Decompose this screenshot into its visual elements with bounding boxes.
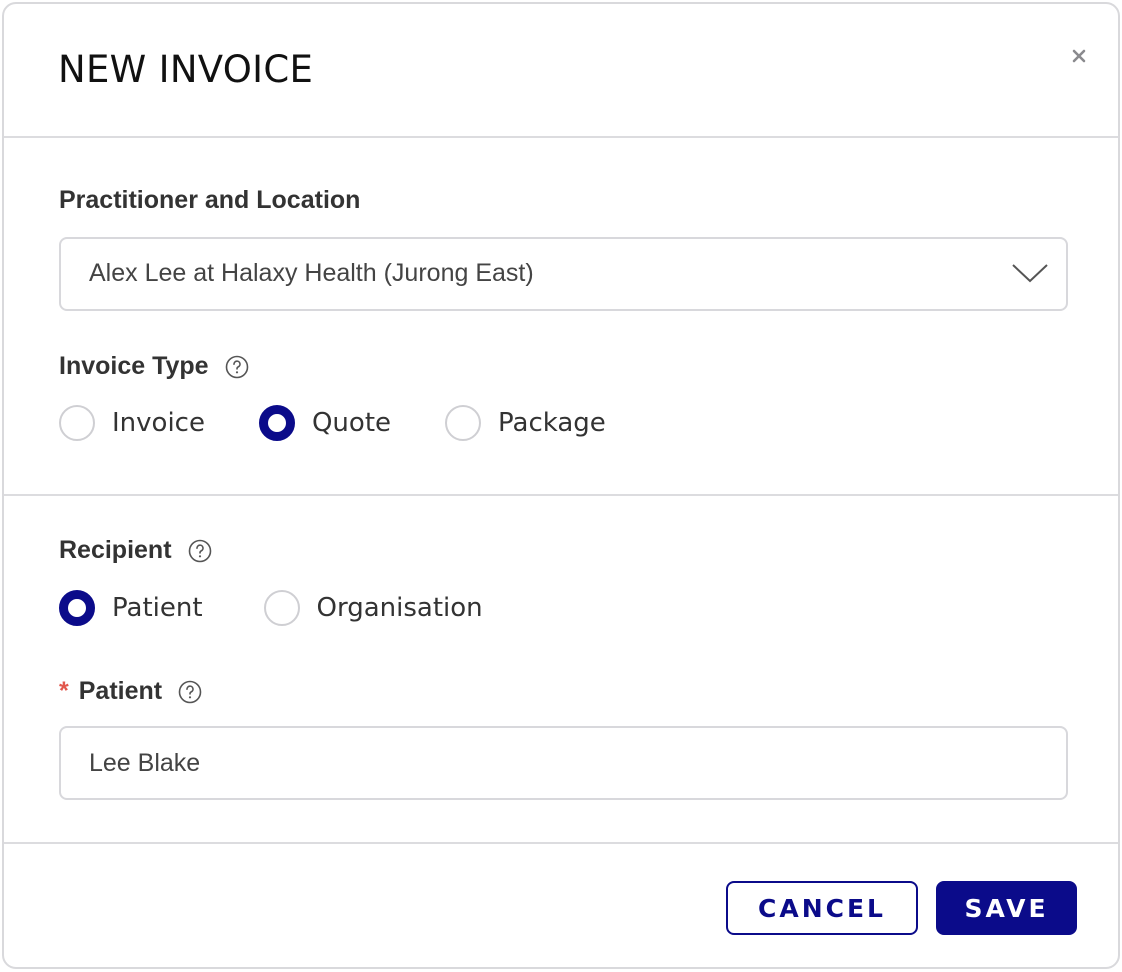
recipient-label: Recipient	[59, 536, 212, 565]
patient-label-text: Patient	[78, 677, 163, 705]
recipient-option-patient[interactable]: Patient	[59, 590, 203, 626]
chevron-down-icon	[1012, 264, 1048, 283]
radio-package[interactable]	[445, 405, 482, 441]
dialog-header: NEW INVOICE	[4, 4, 1118, 138]
invoice-type-radio-group: Invoice Quote Package	[59, 405, 606, 441]
radio-organisation[interactable]	[263, 590, 300, 626]
invoice-type-option-invoice[interactable]: Invoice	[59, 405, 205, 441]
invoice-type-option-quote[interactable]: Quote	[258, 405, 392, 441]
patient-input[interactable]	[59, 726, 1068, 800]
practitioner-label: Practitioner and Location	[59, 186, 360, 215]
patient-label: * Patient	[59, 677, 202, 706]
recipient-radio-group: Patient Organisation	[59, 590, 483, 626]
invoice-type-label-text: Invoice Type	[59, 352, 209, 380]
invoice-details-section: Practitioner and Location Alex Lee at Ha…	[4, 138, 1118, 496]
new-invoice-dialog: NEW INVOICE Practitioner and Location Al…	[2, 2, 1120, 969]
practitioner-location-select[interactable]: Alex Lee at Halaxy Health (Jurong East)	[59, 237, 1068, 311]
radio-label-invoice: Invoice	[112, 408, 205, 438]
required-asterisk: *	[59, 677, 69, 705]
help-icon[interactable]	[225, 355, 249, 379]
recipient-label-text: Recipient	[59, 536, 172, 564]
invoice-type-option-package[interactable]: Package	[445, 405, 606, 441]
dialog-title: NEW INVOICE	[58, 48, 314, 91]
radio-label-package: Package	[498, 408, 606, 438]
practitioner-label-text: Practitioner and Location	[59, 186, 361, 214]
radio-patient[interactable]	[59, 590, 95, 626]
recipient-option-organisation[interactable]: Organisation	[263, 590, 483, 626]
radio-quote[interactable]	[258, 405, 295, 441]
cancel-button[interactable]: CANCEL	[726, 881, 918, 935]
radio-label-quote: Quote	[311, 408, 392, 438]
radio-invoice[interactable]	[59, 405, 95, 441]
save-button[interactable]: SAVE	[936, 881, 1077, 935]
dialog-footer: CANCEL SAVE	[4, 844, 1118, 967]
invoice-type-label: Invoice Type	[59, 352, 249, 381]
recipient-section: Recipient Patient Organisation * Patient	[4, 496, 1118, 844]
practitioner-location-value: Alex Lee at Halaxy Health (Jurong East)	[89, 259, 534, 287]
close-icon[interactable]	[1068, 45, 1090, 67]
radio-label-organisation: Organisation	[316, 593, 483, 623]
help-icon[interactable]	[188, 539, 212, 563]
help-icon[interactable]	[178, 680, 202, 704]
radio-label-patient: Patient	[112, 593, 203, 623]
